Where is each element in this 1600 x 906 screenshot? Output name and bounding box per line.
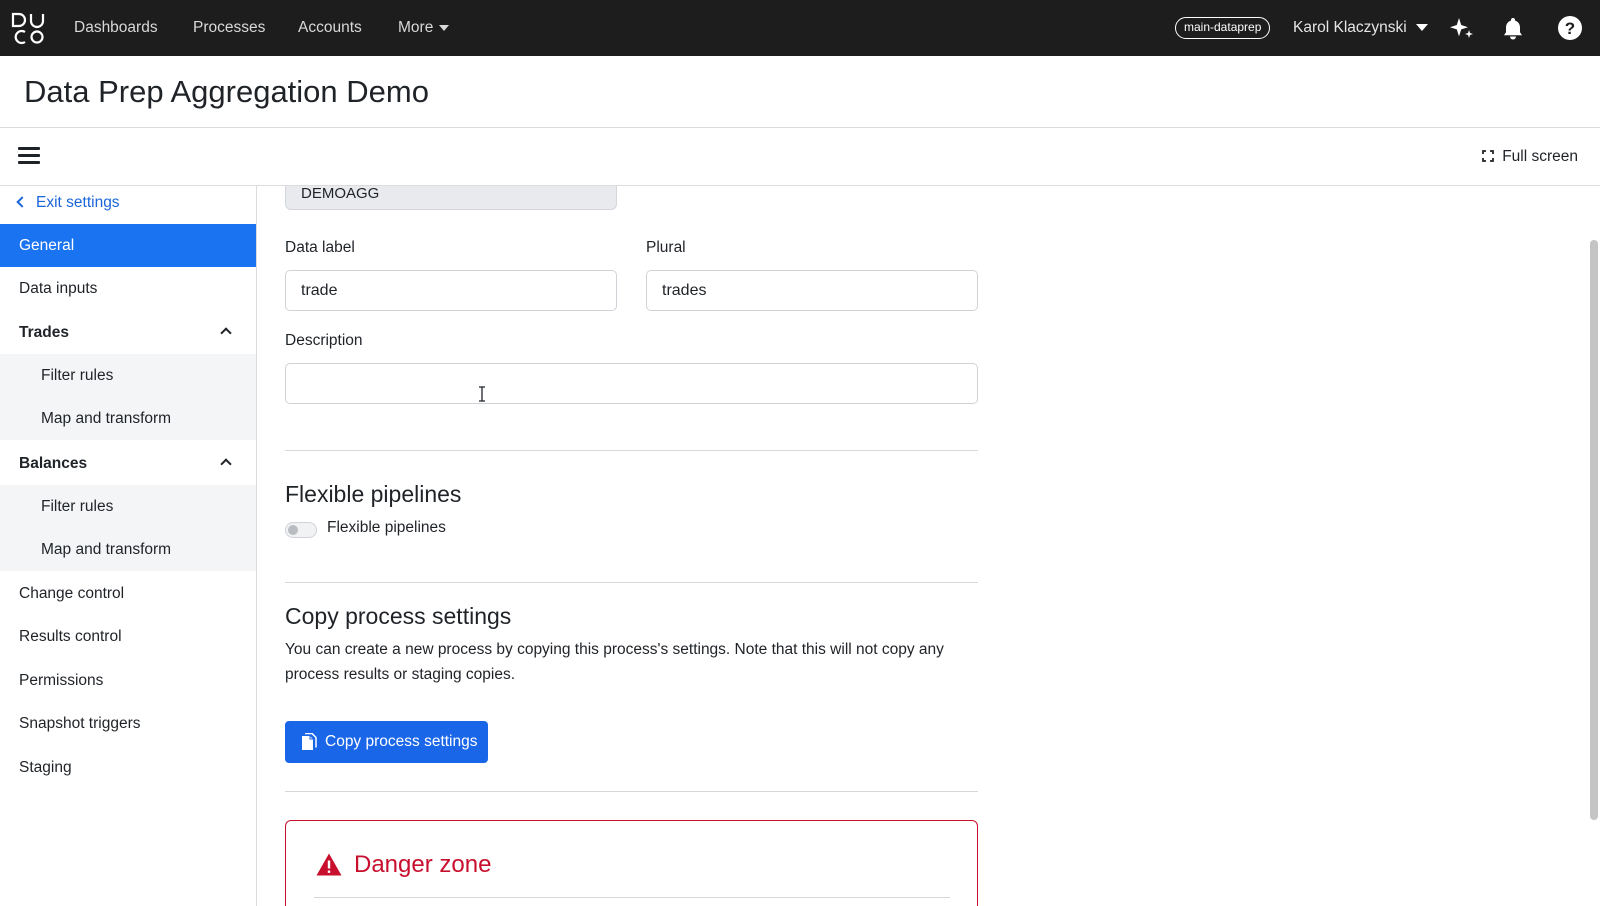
nav-more-label: More xyxy=(398,19,434,36)
top-navigation-bar: Dashboards Processes Accounts More main-… xyxy=(0,0,1600,56)
sidebar-item-data-inputs[interactable]: Data inputs xyxy=(0,267,256,310)
sidebar-item-results-control[interactable]: Results control xyxy=(0,615,256,658)
caret-down-icon xyxy=(1415,24,1428,32)
sidebar-item-change-control[interactable]: Change control xyxy=(0,572,256,615)
fullscreen-label: Full screen xyxy=(1502,148,1578,165)
sidebar-group-label: Balances xyxy=(19,455,88,472)
bell-icon[interactable] xyxy=(1499,14,1527,42)
copy-process-settings-button[interactable]: Copy process settings xyxy=(285,721,488,763)
hamburger-menu-icon[interactable] xyxy=(18,147,40,165)
environment-badge: main-dataprep xyxy=(1175,17,1271,39)
sidebar-group-label: Trades xyxy=(19,324,69,341)
nav-more[interactable]: More xyxy=(398,0,450,56)
page-header: Data Prep Aggregation Demo xyxy=(0,56,1600,128)
help-icon[interactable]: ? xyxy=(1556,14,1584,42)
description-input[interactable] xyxy=(285,363,978,404)
sidebar-item-permissions[interactable]: Permissions xyxy=(0,659,256,702)
fullscreen-icon xyxy=(1482,150,1495,162)
nav-accounts[interactable]: Accounts xyxy=(298,0,362,56)
scrollbar[interactable] xyxy=(1590,240,1598,820)
text-cursor-icon xyxy=(479,386,485,402)
general-settings-panel: DEMOAGG Data label trade Plural trades D… xyxy=(257,186,1600,906)
section-divider xyxy=(285,582,978,583)
sidebar-group-balances[interactable]: Balances xyxy=(0,442,256,485)
data-label-input[interactable]: trade xyxy=(285,270,617,311)
page-title: Data Prep Aggregation Demo xyxy=(24,74,429,109)
sidebar-item-staging[interactable]: Staging xyxy=(0,746,256,789)
sidebar-item-general[interactable]: General xyxy=(0,224,256,267)
chevron-up-icon xyxy=(220,458,232,470)
settings-sidebar: Exit settings General Data inputs Trades… xyxy=(0,186,257,906)
sidebar-item-snapshot-triggers[interactable]: Snapshot triggers xyxy=(0,702,256,745)
sparkle-icon[interactable] xyxy=(1448,14,1476,42)
caret-down-icon xyxy=(439,24,450,31)
user-menu[interactable]: Karol Klaczynski xyxy=(1293,0,1428,56)
danger-zone-heading: Danger zone xyxy=(354,851,492,878)
settings-toolbar: Full screen xyxy=(0,128,1600,186)
section-divider xyxy=(285,450,978,451)
process-code-field: DEMOAGG xyxy=(285,186,617,210)
sidebar-group-trades[interactable]: Trades xyxy=(0,311,256,354)
sidebar-item-balances-filter-rules[interactable]: Filter rules xyxy=(0,485,256,528)
sidebar-item-balances-map-and-transform[interactable]: Map and transform xyxy=(0,528,256,571)
exit-settings-link[interactable]: Exit settings xyxy=(16,194,120,212)
sidebar-item-trades-filter-rules[interactable]: Filter rules xyxy=(0,354,256,397)
fullscreen-button[interactable]: Full screen xyxy=(1482,128,1578,186)
nav-dashboards[interactable]: Dashboards xyxy=(74,0,158,56)
nav-processes[interactable]: Processes xyxy=(193,0,265,56)
toggle-knob xyxy=(288,525,298,535)
sidebar-item-trades-map-and-transform[interactable]: Map and transform xyxy=(0,397,256,440)
danger-zone-divider xyxy=(314,897,950,898)
user-name: Karol Klaczynski xyxy=(1293,19,1407,36)
data-label-label: Data label xyxy=(285,239,355,256)
svg-text:?: ? xyxy=(1565,19,1575,38)
copy-icon xyxy=(302,733,317,750)
flexible-pipelines-toggle[interactable] xyxy=(285,522,317,538)
copy-process-settings-heading: Copy process settings xyxy=(285,603,512,629)
flexible-pipelines-heading: Flexible pipelines xyxy=(285,481,462,507)
chevron-left-icon xyxy=(16,196,28,208)
section-divider xyxy=(285,791,978,792)
description-label: Description xyxy=(285,332,363,349)
warning-icon xyxy=(316,853,342,876)
copy-process-settings-button-label: Copy process settings xyxy=(325,733,478,750)
exit-settings-label: Exit settings xyxy=(36,194,120,211)
plural-input[interactable]: trades xyxy=(646,270,978,311)
duco-logo[interactable] xyxy=(10,10,46,46)
chevron-up-icon xyxy=(220,327,232,339)
flexible-pipelines-toggle-label: Flexible pipelines xyxy=(327,519,446,536)
copy-process-settings-description: You can create a new process by copying … xyxy=(285,641,944,683)
danger-zone-panel: Danger zone xyxy=(285,820,978,906)
plural-label: Plural xyxy=(646,239,686,256)
